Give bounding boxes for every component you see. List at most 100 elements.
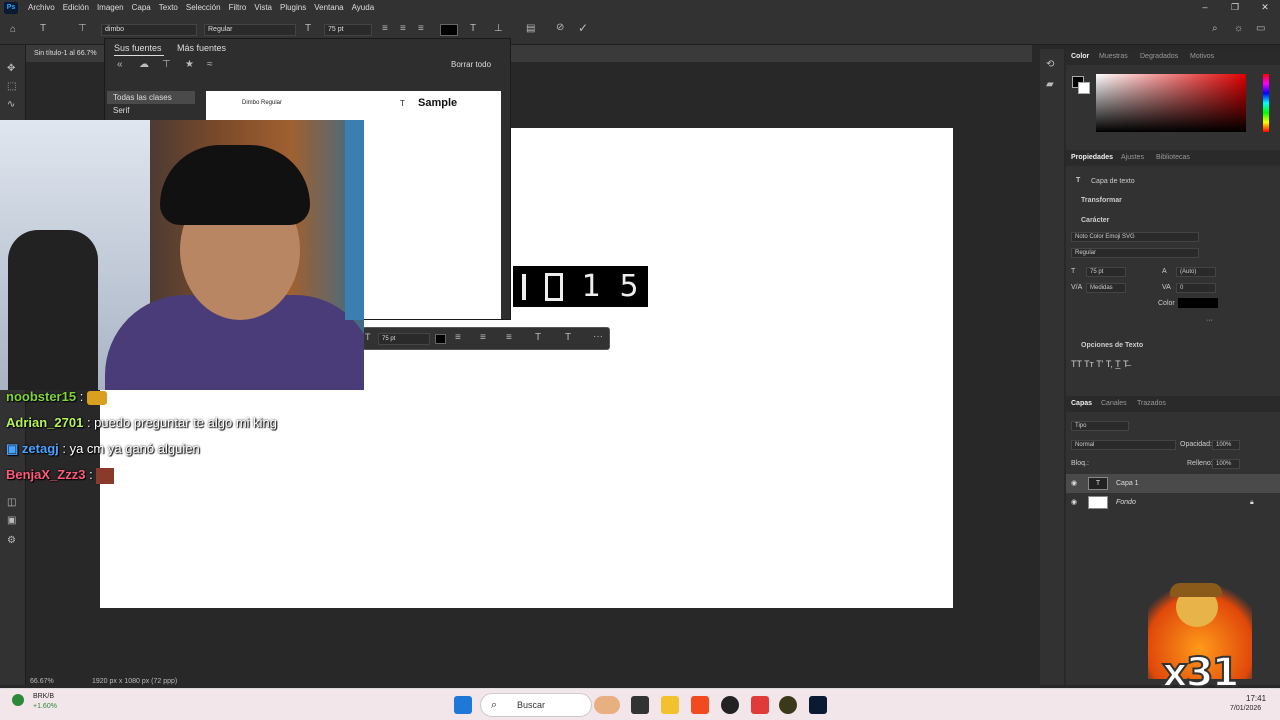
panels-toggle-icon[interactable]: ⊥ xyxy=(494,23,503,34)
screen-mode-icon[interactable]: ▣ xyxy=(7,515,16,526)
menu-ayuda[interactable]: Ayuda xyxy=(348,3,379,12)
font-size-field[interactable]: 75 pt xyxy=(1086,267,1126,277)
tab-libraries[interactable]: Bibliotecas xyxy=(1156,154,1190,161)
lasso-tool-icon[interactable]: ∿ xyxy=(7,99,15,110)
font-family-select[interactable]: Noto Color Emoji SVG xyxy=(1071,232,1199,242)
favorites-star-icon[interactable]: ★ xyxy=(185,59,194,70)
more-options-icon[interactable]: ··· xyxy=(593,331,603,342)
background-color-swatch[interactable] xyxy=(1078,82,1090,94)
align-left-icon[interactable]: ≡ xyxy=(382,23,388,34)
tab-channels[interactable]: Canales xyxy=(1101,400,1127,407)
transform-section[interactable]: Transformar xyxy=(1081,197,1122,204)
restore-icon[interactable]: ❐ xyxy=(1220,0,1250,15)
task-view-icon[interactable] xyxy=(631,696,649,714)
tab-adjustments[interactable]: Ajustes xyxy=(1121,154,1144,161)
brave-browser-icon[interactable] xyxy=(691,696,709,714)
more-options-icon[interactable]: ··· xyxy=(1206,317,1213,324)
align-center-icon[interactable]: ≡ xyxy=(400,23,406,34)
hue-slider[interactable] xyxy=(1263,74,1269,132)
menu-imagen[interactable]: Imagen xyxy=(93,3,128,12)
close-icon[interactable]: ✕ xyxy=(1250,0,1280,15)
tab-gradients[interactable]: Degradados xyxy=(1140,53,1178,60)
menu-texto[interactable]: Texto xyxy=(155,3,182,12)
font-family-input[interactable]: dimbo xyxy=(101,24,197,36)
cloud-filter-icon[interactable]: ☁ xyxy=(139,59,149,70)
history-icon[interactable]: ⟲ xyxy=(1046,59,1054,70)
character-color-swatch[interactable] xyxy=(1178,298,1218,308)
menu-ventana[interactable]: Ventana xyxy=(310,3,347,12)
type-tool-icon[interactable]: T xyxy=(40,23,46,34)
text-options-section[interactable]: Opciones de Texto xyxy=(1081,342,1143,349)
stock-widget-icon[interactable] xyxy=(12,694,24,706)
font-style-select[interactable]: Regular xyxy=(204,24,296,36)
menu-plugins[interactable]: Plugins xyxy=(276,3,310,12)
menu-edicion[interactable]: Edición xyxy=(59,3,93,12)
text-layer-preview[interactable]: 1 5 xyxy=(513,266,648,307)
align-left-icon[interactable]: ≡ xyxy=(455,332,461,343)
document-info[interactable]: 1920 px x 1080 px (72 ppp) xyxy=(92,678,177,685)
visibility-eye-icon[interactable]: ◉ xyxy=(1071,493,1077,512)
menu-capa[interactable]: Capa xyxy=(128,3,155,12)
taskbar-search[interactable]: ⌕ Buscar xyxy=(480,693,592,717)
stock-ticker[interactable]: BRK/B xyxy=(33,693,54,700)
move-tool-icon[interactable]: ✥ xyxy=(7,63,15,74)
3d-icon[interactable]: ▤ xyxy=(526,23,535,34)
commit-icon[interactable]: ✓ xyxy=(578,21,588,35)
tab-layers[interactable]: Capas xyxy=(1071,400,1092,407)
blend-mode-select[interactable]: Normal xyxy=(1071,440,1176,450)
app-icon[interactable] xyxy=(751,696,769,714)
search-highlight-icon[interactable] xyxy=(594,696,620,714)
layer-row[interactable]: ◉ Fondo 🔒︎ xyxy=(1066,493,1280,512)
tab-color[interactable]: Color xyxy=(1071,53,1089,60)
similar-fonts-icon[interactable]: ⊤ xyxy=(162,59,171,70)
align-center-icon[interactable]: ≡ xyxy=(480,332,486,343)
quick-mask-icon[interactable]: ◫ xyxy=(7,497,16,508)
home-icon[interactable]: ⌂ xyxy=(10,24,16,35)
similar-approx-icon[interactable]: ≈ xyxy=(207,59,213,70)
cancel-icon[interactable]: ⊘ xyxy=(556,22,564,33)
tab-properties[interactable]: Propiedades xyxy=(1071,154,1113,161)
menu-archivo[interactable]: Archivo xyxy=(24,3,59,12)
tab-swatches[interactable]: Muestras xyxy=(1099,53,1128,60)
menu-vista[interactable]: Vista xyxy=(250,3,276,12)
workspace-icon[interactable]: ▭ xyxy=(1256,23,1265,34)
float-color-swatch[interactable] xyxy=(435,334,446,344)
text-style-icons[interactable]: TT Tт T' T, T̲ T̶ xyxy=(1071,359,1129,369)
character-section[interactable]: Carácter xyxy=(1081,217,1109,224)
class-serif[interactable]: Serif xyxy=(107,104,195,117)
lightbulb-icon[interactable]: ☼ xyxy=(1234,23,1243,34)
tab-your-fonts[interactable]: Sus fuentes xyxy=(114,43,162,53)
file-explorer-icon[interactable] xyxy=(661,696,679,714)
clear-all-button[interactable]: Borrar todo xyxy=(451,60,491,69)
class-all[interactable]: Todas las clases xyxy=(107,91,195,104)
visibility-eye-icon[interactable]: ◉ xyxy=(1071,474,1077,493)
layer-row[interactable]: ◉ T Capa 1 xyxy=(1066,474,1280,493)
obs-icon[interactable] xyxy=(721,696,739,714)
menu-filtro[interactable]: Filtro xyxy=(225,3,251,12)
tab-paths[interactable]: Trazados xyxy=(1137,400,1166,407)
menu-seleccion[interactable]: Selección xyxy=(182,3,225,12)
filter-back-icon[interactable]: « xyxy=(117,59,123,70)
align-right-icon[interactable]: ≡ xyxy=(418,23,424,34)
windows-start-icon[interactable] xyxy=(454,696,472,714)
app-icon-2[interactable] xyxy=(779,696,797,714)
photoshop-taskbar-icon[interactable] xyxy=(809,696,827,714)
clock-date[interactable]: 7/01/2026 xyxy=(1230,705,1261,712)
search-icon[interactable]: ⌕ xyxy=(1212,23,1218,34)
edit-toolbar-icon[interactable]: ⚙ xyxy=(7,535,16,546)
leading-field[interactable]: (Auto) xyxy=(1176,267,1216,277)
font-size-select[interactable]: 75 pt xyxy=(324,24,372,36)
comments-icon[interactable]: ▰ xyxy=(1046,79,1054,90)
tab-patterns[interactable]: Motivos xyxy=(1190,53,1214,60)
text-case-icon[interactable]: T xyxy=(535,332,541,343)
zoom-level[interactable]: 66.67% xyxy=(30,678,54,685)
kerning-field[interactable]: Medidas xyxy=(1086,283,1126,293)
font-entry-dimbo[interactable]: Dimbo Regular xyxy=(242,100,282,106)
layer-search-input[interactable]: Tipo xyxy=(1071,421,1129,431)
opacity-field[interactable]: 100% xyxy=(1212,440,1240,450)
minimize-icon[interactable]: – xyxy=(1190,0,1220,15)
color-picker-field[interactable] xyxy=(1096,74,1246,132)
clock-time[interactable]: 17:41 xyxy=(1246,694,1266,703)
text-color-swatch[interactable] xyxy=(440,24,458,36)
tab-more-fonts[interactable]: Más fuentes xyxy=(177,43,226,53)
